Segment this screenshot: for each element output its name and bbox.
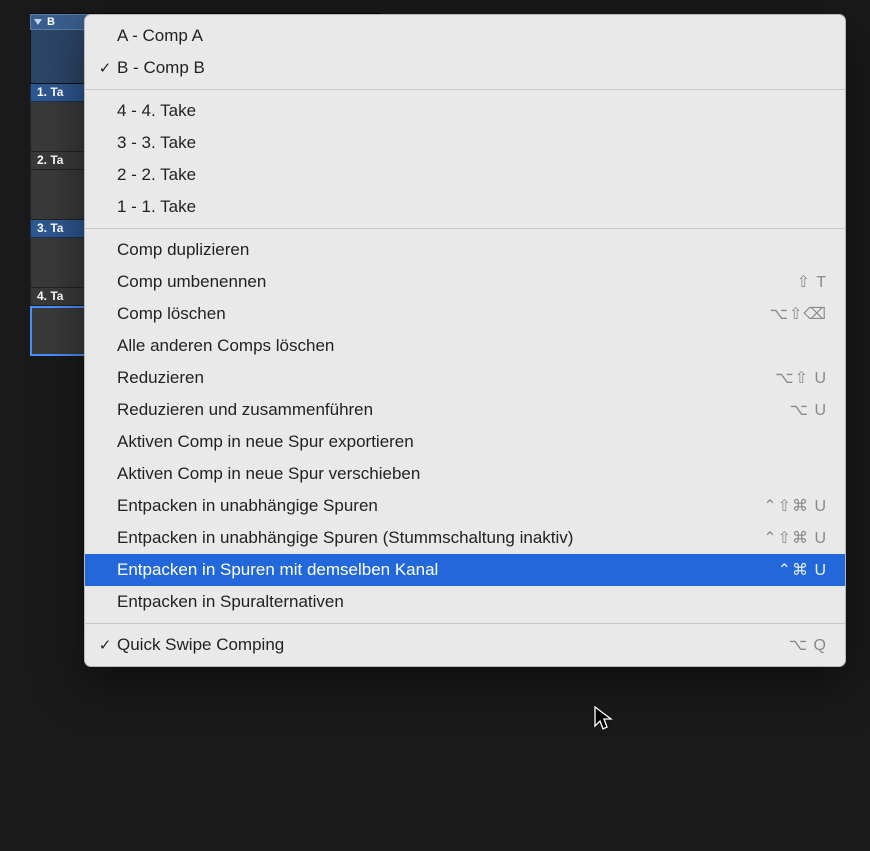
menu-item-quick-swipe-comping[interactable]: ✓ Quick Swipe Comping ⌥ Q	[85, 629, 845, 661]
menu-item-label: Alle anderen Comps löschen	[117, 336, 827, 356]
menu-item-label: A - Comp A	[117, 26, 827, 46]
menu-item-label: 4 - 4. Take	[117, 101, 827, 121]
menu-item-label: Entpacken in Spuralternativen	[117, 592, 827, 612]
menu-item-shortcut: ⌃⌘ U	[778, 560, 827, 580]
menu-item-take-4[interactable]: 4 - 4. Take	[85, 95, 845, 127]
menu-item-comp-b[interactable]: ✓ B - Comp B	[85, 52, 845, 84]
disclosure-triangle-icon[interactable]	[31, 15, 45, 29]
menu-item-label: 2 - 2. Take	[117, 165, 827, 185]
menu-item-take-1[interactable]: 1 - 1. Take	[85, 191, 845, 223]
menu-item-label: 3 - 3. Take	[117, 133, 827, 153]
folder-label: B	[45, 16, 55, 28]
menu-item-label: Entpacken in unabhängige Spuren (Stummsc…	[117, 528, 763, 548]
menu-item-shortcut: ⇧ T	[797, 272, 827, 292]
menu-item-shortcut: ⌃⇧⌘ U	[763, 528, 827, 548]
menu-item-label: Comp löschen	[117, 304, 770, 324]
menu-item-unpack-alternatives[interactable]: Entpacken in Spuralternativen	[85, 586, 845, 618]
menu-item-label: Comp duplizieren	[117, 240, 827, 260]
menu-item-label: Aktiven Comp in neue Spur exportieren	[117, 432, 827, 452]
check-icon: ✓	[93, 636, 117, 654]
menu-item-export-active-comp[interactable]: Aktiven Comp in neue Spur exportieren	[85, 426, 845, 458]
menu-item-take-3[interactable]: 3 - 3. Take	[85, 127, 845, 159]
menu-item-delete-other-comps[interactable]: Alle anderen Comps löschen	[85, 330, 845, 362]
menu-item-shortcut: ⌥ U	[790, 400, 827, 420]
menu-item-move-active-comp[interactable]: Aktiven Comp in neue Spur verschieben	[85, 458, 845, 490]
menu-item-shortcut: ⌥⇧⌫	[770, 304, 827, 324]
menu-item-label: Reduzieren und zusammenführen	[117, 400, 790, 420]
cursor-icon	[594, 706, 614, 737]
menu-divider	[85, 89, 845, 90]
menu-item-shortcut: ⌃⇧⌘ U	[763, 496, 827, 516]
menu-item-shortcut: ⌥ Q	[789, 635, 827, 655]
menu-item-flatten-merge[interactable]: Reduzieren und zusammenführen ⌥ U	[85, 394, 845, 426]
take-label: 4. Ta	[37, 289, 63, 303]
menu-item-comp-rename[interactable]: Comp umbenennen ⇧ T	[85, 266, 845, 298]
menu-item-label: Quick Swipe Comping	[117, 635, 789, 655]
menu-item-label: Entpacken in unabhängige Spuren	[117, 496, 763, 516]
menu-item-comp-a[interactable]: A - Comp A	[85, 20, 845, 52]
comp-dropdown-menu: A - Comp A ✓ B - Comp B 4 - 4. Take 3 - …	[84, 14, 846, 667]
menu-item-label: 1 - 1. Take	[117, 197, 827, 217]
menu-item-unpack-same-channel[interactable]: Entpacken in Spuren mit demselben Kanal …	[85, 554, 845, 586]
menu-item-comp-duplicate[interactable]: Comp duplizieren	[85, 234, 845, 266]
menu-item-unpack-independent-mute-inactive[interactable]: Entpacken in unabhängige Spuren (Stummsc…	[85, 522, 845, 554]
menu-item-label: Aktiven Comp in neue Spur verschieben	[117, 464, 827, 484]
menu-divider	[85, 228, 845, 229]
menu-item-unpack-independent[interactable]: Entpacken in unabhängige Spuren ⌃⇧⌘ U	[85, 490, 845, 522]
menu-item-label: B - Comp B	[117, 58, 827, 78]
check-icon: ✓	[93, 59, 117, 77]
menu-item-label: Reduzieren	[117, 368, 775, 388]
menu-item-label: Entpacken in Spuren mit demselben Kanal	[117, 560, 778, 580]
menu-item-label: Comp umbenennen	[117, 272, 797, 292]
take-label: 2. Ta	[37, 153, 63, 167]
menu-item-flatten[interactable]: Reduzieren ⌥⇧ U	[85, 362, 845, 394]
menu-item-take-2[interactable]: 2 - 2. Take	[85, 159, 845, 191]
take-label: 1. Ta	[37, 85, 63, 99]
menu-item-shortcut: ⌥⇧ U	[775, 368, 827, 388]
take-label: 3. Ta	[37, 221, 63, 235]
timeline-ruler[interactable]	[30, 0, 380, 14]
menu-divider	[85, 623, 845, 624]
menu-item-comp-delete[interactable]: Comp löschen ⌥⇧⌫	[85, 298, 845, 330]
